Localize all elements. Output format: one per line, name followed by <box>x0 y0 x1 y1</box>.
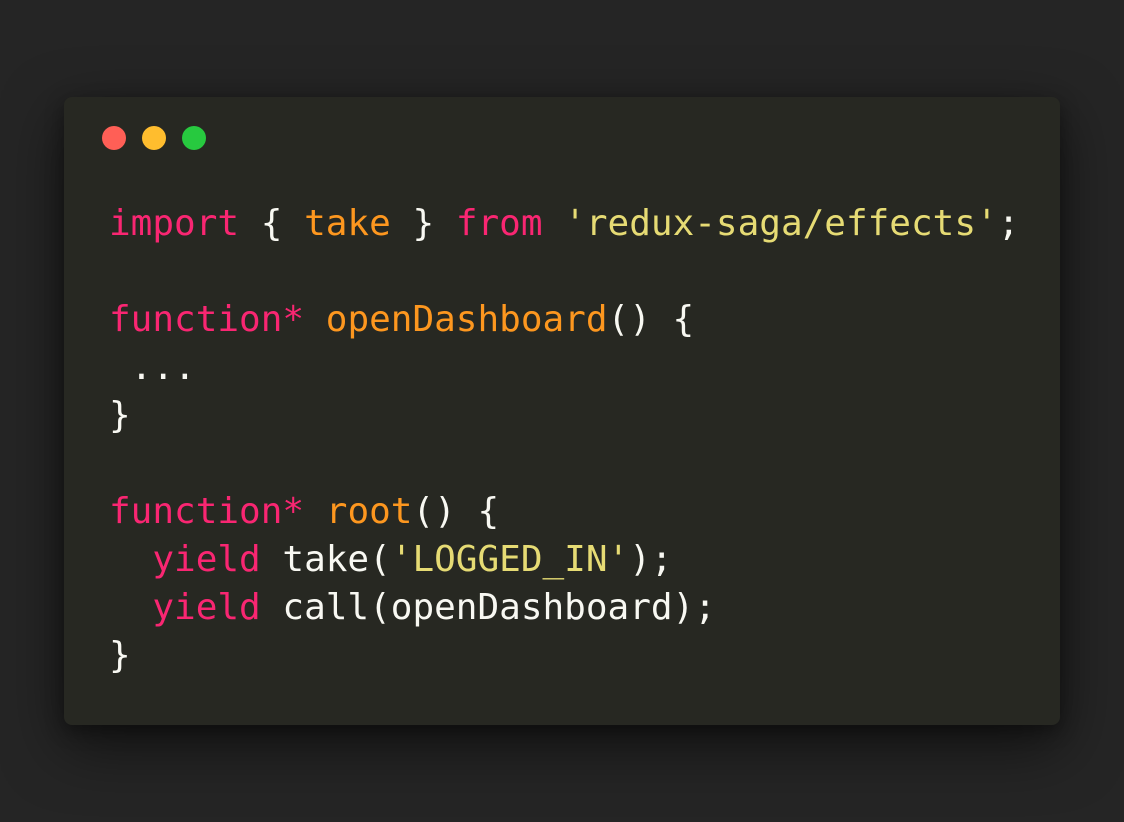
code-token-keyword: import <box>109 203 240 244</box>
code-token-plain: () { <box>607 299 695 340</box>
code-token-keyword: yield <box>152 539 261 580</box>
code-token-plain: ... <box>109 347 196 388</box>
code-token-plain: } <box>390 203 456 244</box>
code-token-plain: () { <box>412 491 500 532</box>
code-token-keyword: yield <box>152 587 261 628</box>
code-line: } <box>109 632 1019 680</box>
code-token-keyword: function* <box>109 299 305 340</box>
code-token-func: openDashboard <box>325 299 608 340</box>
code-window: import { take } from 'redux-saga/effects… <box>64 97 1060 725</box>
code-line: } <box>109 392 1019 440</box>
maximize-dot-icon[interactable] <box>182 126 206 150</box>
code-line: yield call(openDashboard); <box>109 584 1019 632</box>
code-token-plain: call(openDashboard); <box>260 587 716 628</box>
window-controls <box>102 126 206 150</box>
code-line: yield take('LOGGED_IN'); <box>109 536 1019 584</box>
code-token-func: take <box>304 203 391 244</box>
code-line: import { take } from 'redux-saga/effects… <box>109 200 1019 248</box>
close-dot-icon[interactable] <box>102 126 126 150</box>
code-token-plain: } <box>109 635 131 676</box>
code-token-string: 'redux-saga/effects' <box>564 203 998 244</box>
code-block: import { take } from 'redux-saga/effects… <box>109 200 1019 680</box>
code-token-string: 'LOGGED_IN' <box>390 539 630 580</box>
minimize-dot-icon[interactable] <box>142 126 166 150</box>
code-line: ... <box>109 344 1019 392</box>
code-token-plain: take( <box>260 539 391 580</box>
code-token-keyword: from <box>455 203 543 244</box>
code-token-plain: ; <box>997 203 1020 244</box>
code-line: function* root() { <box>109 488 1019 536</box>
code-token-plain: } <box>109 395 131 436</box>
code-line: function* openDashboard() { <box>109 296 1019 344</box>
code-token-func: root <box>325 491 413 532</box>
code-token-plain: { <box>239 203 305 244</box>
code-token-plain: ); <box>629 539 673 580</box>
code-token-keyword: function* <box>109 491 305 532</box>
